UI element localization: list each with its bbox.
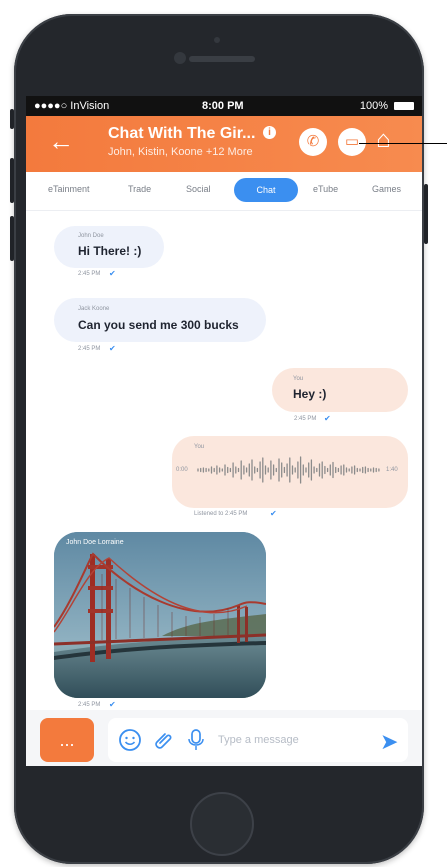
battery-percent: 100% (359, 100, 388, 112)
earpiece-speaker (189, 56, 255, 62)
info-icon[interactable]: i (263, 126, 276, 139)
message-time: 2:45 PM (78, 702, 101, 708)
mute-switch (10, 109, 14, 129)
paperclip-icon[interactable] (152, 728, 176, 752)
power-button (424, 184, 428, 244)
message-sender: Jack Koone (78, 306, 110, 312)
emoji-icon[interactable] (118, 728, 142, 752)
read-receipt-icon: ✔ (109, 344, 116, 353)
chat-title[interactable]: Chat With The Gir... (108, 125, 255, 143)
read-receipt-icon: ✔ (324, 414, 331, 423)
image-message[interactable]: John Doe Lorraine (54, 532, 266, 698)
more-options-button[interactable]: ... (40, 718, 94, 762)
message-text: Can you send me 300 bucks (78, 318, 239, 332)
front-camera (174, 52, 186, 64)
voice-waveform[interactable] (194, 448, 384, 492)
time-label: 8:00 PM (202, 100, 244, 112)
home-button[interactable] (190, 792, 254, 856)
front-sensor (214, 37, 220, 43)
message-sender: John Doe (78, 233, 104, 239)
video-icon[interactable]: ▭ (338, 128, 366, 156)
message-time: Listened to 2:45 PM (194, 511, 248, 517)
volume-down-button (10, 216, 14, 261)
message-input-field[interactable]: Type a message ➤ (108, 718, 408, 762)
photo-sender: John Doe Lorraine (66, 539, 124, 546)
message-time: 2:45 PM (294, 416, 317, 422)
message-sender: You (293, 376, 304, 382)
message-text: Hey :) (293, 387, 327, 401)
read-receipt-icon: ✔ (109, 269, 116, 278)
status-bar: ●●●●○ InVision 8:00 PM 100% (26, 96, 422, 116)
golden-gate-image (54, 532, 266, 698)
carrier-label: ●●●●○ InVision (34, 100, 110, 112)
voice-message-bubble[interactable]: You 0:00 1:40 (172, 436, 408, 508)
tab-chat[interactable]: Chat (234, 178, 298, 202)
chat-screen: ●●●●○ InVision 8:00 PM 100% ← Chat With … (26, 96, 422, 766)
back-icon[interactable]: ← (48, 128, 74, 154)
message-bubble[interactable]: John Doe Hi There! :) (54, 226, 164, 268)
home-icon[interactable]: ⌂ (376, 126, 391, 154)
battery-icon (394, 102, 414, 110)
send-icon[interactable]: ➤ (380, 729, 398, 755)
volume-up-button (10, 158, 14, 203)
message-bubble[interactable]: Jack Koone Can you send me 300 bucks (54, 298, 266, 342)
read-receipt-icon: ✔ (270, 509, 277, 518)
message-bubble[interactable]: You Hey :) (272, 368, 408, 412)
tab-social[interactable]: Social (186, 184, 211, 194)
read-receipt-icon: ✔ (109, 700, 116, 709)
phone-icon[interactable]: ✆ (299, 128, 327, 156)
annotation-pointer (359, 143, 447, 144)
tab-trade[interactable]: Trade (128, 184, 151, 194)
tab-games[interactable]: Games (372, 184, 401, 194)
message-input-bar: ... Type a message ➤ (26, 710, 422, 766)
message-text: Hi There! :) (78, 244, 142, 258)
message-placeholder: Type a message (218, 734, 299, 746)
tab-etainment[interactable]: eTainment (48, 184, 90, 194)
voice-end-time: 1:40 (386, 467, 398, 473)
chat-participants: John, Kistin, Koone +12 More (108, 146, 253, 158)
message-time: 2:45 PM (78, 271, 101, 277)
category-tabs: eTainment Trade Social Chat eTube Games (26, 172, 422, 211)
tab-etube[interactable]: eTube (313, 184, 338, 194)
voice-start-time: 0:00 (176, 467, 188, 473)
chat-header: ← Chat With The Gir... i John, Kistin, K… (26, 116, 422, 172)
message-time: 2:45 PM (78, 346, 101, 352)
microphone-icon[interactable] (186, 728, 206, 752)
